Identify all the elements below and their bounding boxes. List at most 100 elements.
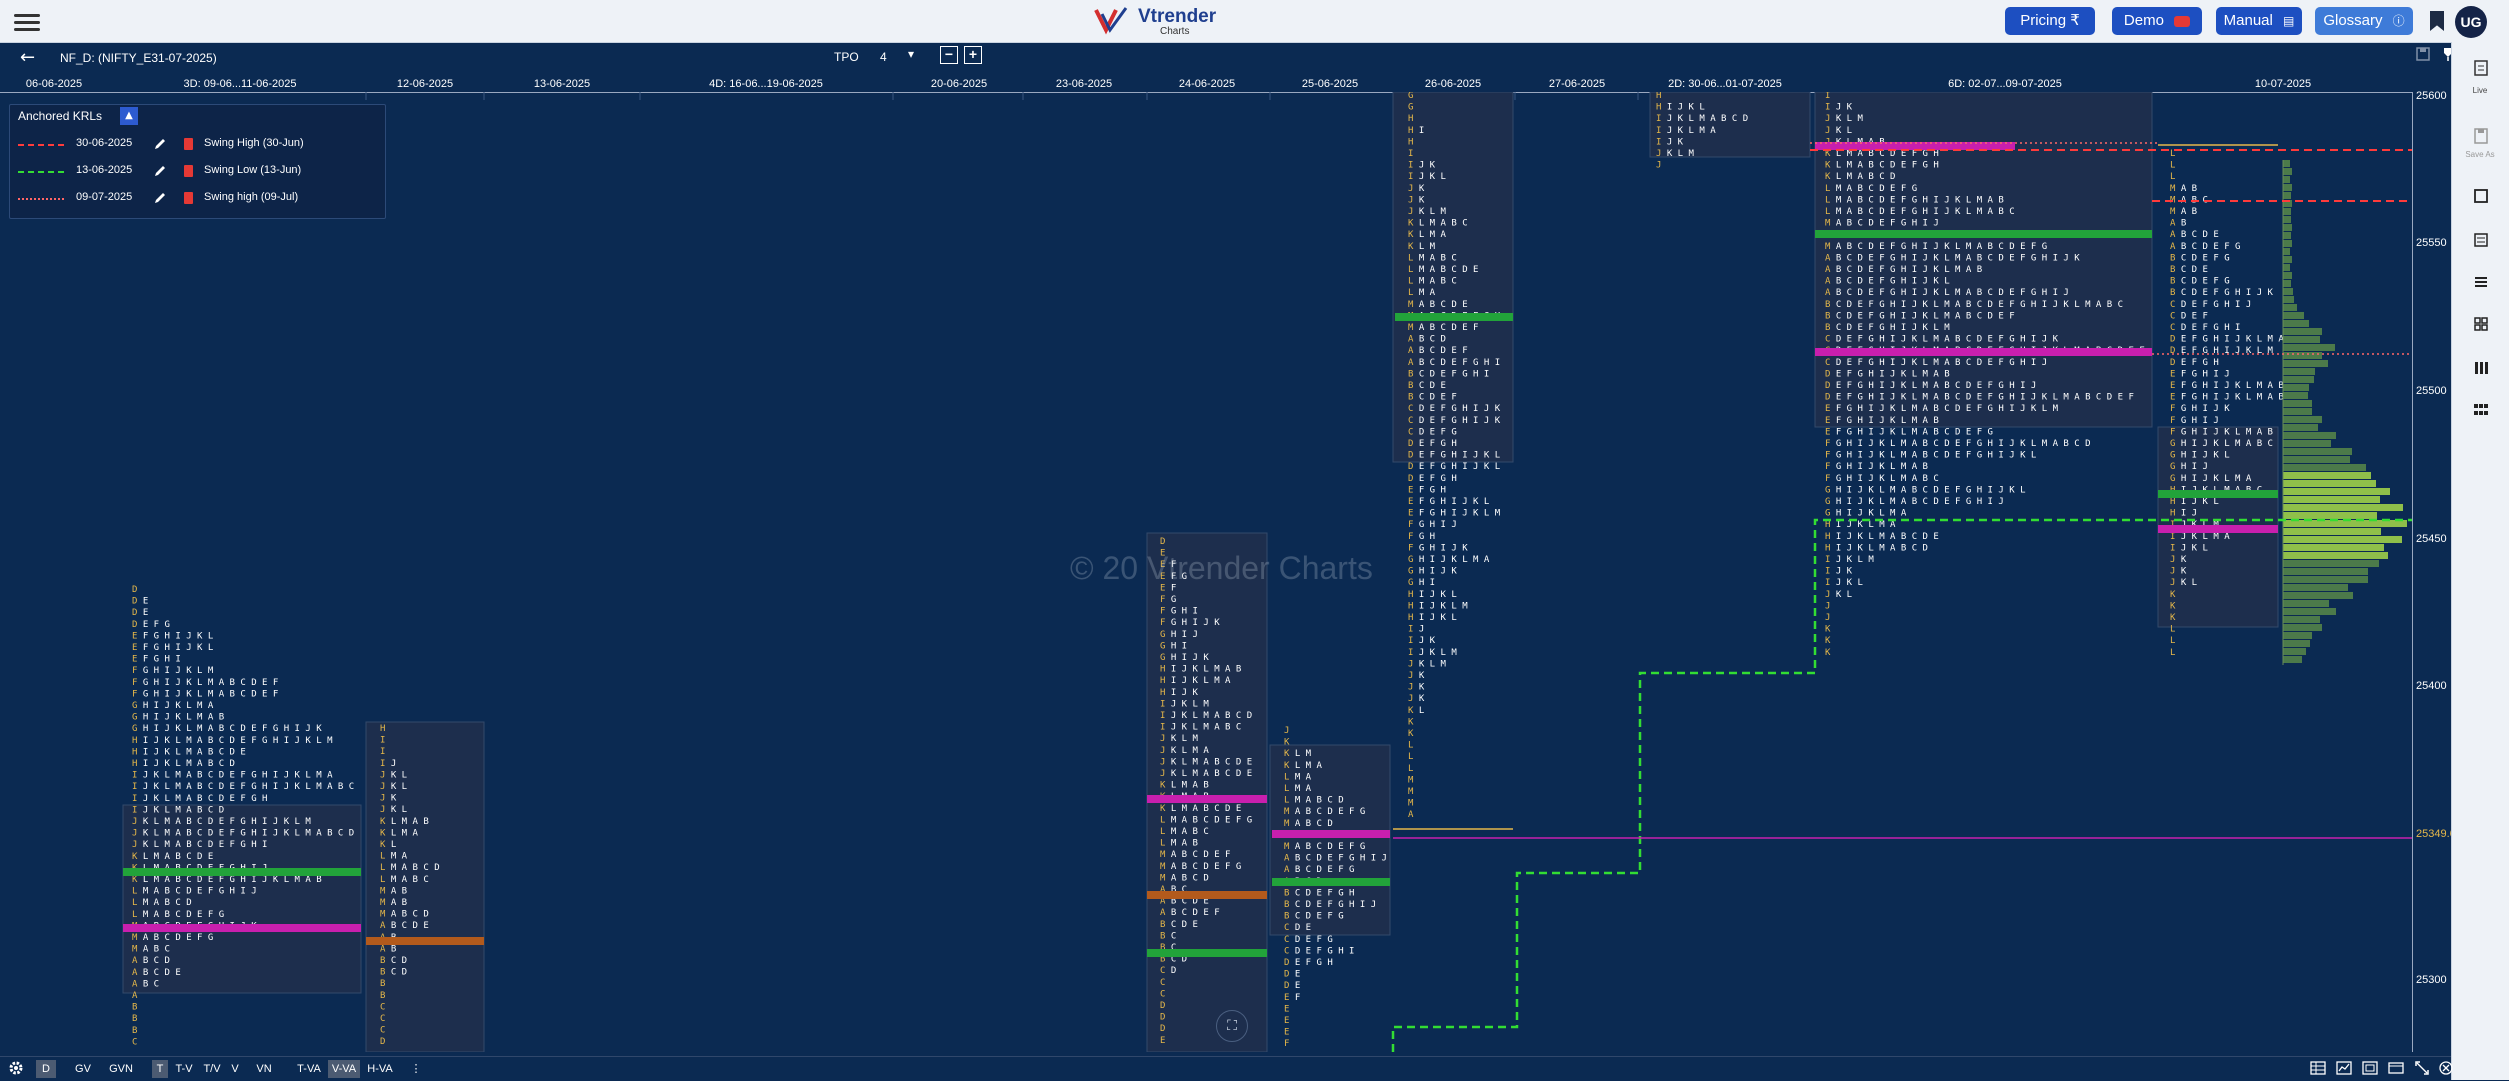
chevron-down-icon[interactable]: ▾ <box>908 47 914 61</box>
close-icon[interactable] <box>2438 1060 2454 1076</box>
tpo-row: B C D E F <box>1408 393 1457 403</box>
pencil-icon[interactable] <box>154 165 166 177</box>
tab-d[interactable]: D <box>36 1060 56 1078</box>
tab-v[interactable]: V <box>228 1060 242 1078</box>
poc-bar <box>1147 891 1267 899</box>
tab-gvn[interactable]: GVN <box>106 1060 136 1078</box>
date-label: 10-07-2025 <box>2254 78 2312 90</box>
tpo-row: L <box>2170 172 2175 182</box>
tpo-row: L M A B C D E <box>1408 265 1478 275</box>
tpo-row: C D E F <box>2170 311 2208 321</box>
tpo-row: J K <box>1408 671 1425 681</box>
tpo-row: I J K L M <box>1408 648 1457 658</box>
tpo-row: A B C D E F G <box>2170 242 2240 252</box>
manual-button[interactable]: Manual ▤ <box>2216 7 2302 35</box>
tpo-row: J K L <box>1825 126 1852 136</box>
gear-icon[interactable] <box>8 1060 24 1076</box>
volume-bar <box>2283 440 2331 447</box>
glossary-label: Glossary <box>2323 12 2383 29</box>
tpo-row: H I J K L M A <box>1825 520 1896 530</box>
pencil-icon[interactable] <box>154 192 166 204</box>
pencil-icon[interactable] <box>154 138 166 150</box>
square-tool-icon[interactable] <box>2472 188 2490 204</box>
tpo-row: C <box>132 1037 137 1047</box>
volume-bar <box>2283 208 2291 215</box>
volume-bar <box>2283 192 2291 199</box>
tpo-row: C D E F G H I J K <box>1408 416 1501 426</box>
more-vertical-icon[interactable]: ⋮ <box>410 1060 422 1078</box>
tpo-row: F G H I J K L M A B C D E F G H I J K L <box>1825 451 2036 461</box>
volume-bar <box>2283 448 2352 455</box>
collapse-icon[interactable]: ▲ <box>120 107 138 125</box>
trash-icon[interactable] <box>184 138 193 150</box>
columns-icon[interactable] <box>2472 360 2490 376</box>
tpo-row: K L M A B C D E F G H I J K L M A B <box>132 875 322 885</box>
volume-bar <box>2283 352 2322 359</box>
table-icon[interactable] <box>2310 1060 2326 1076</box>
tpo-row: J K L M A B C D E F G H I J K L M A B C … <box>132 829 354 839</box>
zoom-out-button[interactable]: − <box>940 46 958 64</box>
tpo-row: L M A B C D <box>132 898 192 908</box>
tpo-row: D E <box>1284 981 1300 991</box>
tab-h-va[interactable]: H-VA <box>364 1060 396 1078</box>
avatar[interactable]: UG <box>2455 6 2487 38</box>
demo-button[interactable]: Demo <box>2112 7 2202 35</box>
tab-t-slash-v[interactable]: T/V <box>200 1060 224 1078</box>
fullscreen-icon[interactable]: ⛶ <box>1216 1010 1248 1042</box>
window-icon[interactable] <box>2388 1060 2404 1076</box>
tiles-icon[interactable] <box>2472 402 2490 418</box>
trash-icon[interactable] <box>184 192 193 204</box>
tpo-row: D E <box>1284 970 1300 980</box>
tpo-row: I J K L M A <box>1656 126 1716 136</box>
tpo-row: J K L M <box>1408 659 1447 669</box>
trash-icon[interactable] <box>184 165 193 177</box>
tpo-row: K <box>2170 613 2176 623</box>
line-chart-icon[interactable] <box>2336 1060 2352 1076</box>
live-icon[interactable] <box>2472 60 2490 76</box>
tpo-row: G H I J K L M A <box>132 701 214 711</box>
tpo-row: B C D E F G H I J <box>1284 900 1376 910</box>
volume-bar <box>2283 376 2314 383</box>
price-label: 25600 <box>2416 90 2447 102</box>
grid-icon[interactable] <box>2472 316 2490 332</box>
tpo-row: K L M A <box>1408 230 1447 240</box>
volume-bar <box>2283 344 2335 351</box>
tpo-row: D <box>132 585 137 595</box>
tab-v-va[interactable]: V-VA <box>328 1060 360 1078</box>
date-label: 2D: 30-06...01-07-2025 <box>1668 78 1782 90</box>
save-icon[interactable] <box>2415 46 2431 62</box>
volume-bar <box>2283 400 2312 407</box>
glossary-button[interactable]: Glossary ⓘ <box>2315 7 2413 35</box>
tpo-row: F G H I J K <box>1160 618 1220 628</box>
layout-icon[interactable] <box>2362 1060 2378 1076</box>
back-arrow-icon[interactable]: ← <box>20 47 35 68</box>
tab-t-va[interactable]: T-VA <box>294 1060 324 1078</box>
tpo-row: M A B C D <box>380 910 429 920</box>
tab-t[interactable]: T <box>152 1060 168 1078</box>
volume-bar <box>2283 488 2390 495</box>
tpo-size-select[interactable]: 4 <box>880 50 887 64</box>
tab-gv[interactable]: GV <box>72 1060 94 1078</box>
tpo-row: E F G H I J K L M <box>1408 509 1501 519</box>
list-icon[interactable] <box>2472 232 2490 248</box>
save-as-icon[interactable] <box>2472 128 2490 144</box>
book-icon: ▤ <box>2283 14 2295 28</box>
expand-icon[interactable] <box>2414 1060 2430 1076</box>
tpo-row: L <box>1408 764 1413 774</box>
tab-t-v[interactable]: T-V <box>172 1060 196 1078</box>
menu-icon[interactable] <box>14 10 40 32</box>
tpo-row: J <box>1825 613 1830 623</box>
tpo-row: J K L M <box>1160 734 1199 744</box>
volume-bar <box>2283 160 2290 167</box>
pricing-button[interactable]: Pricing ₹ <box>2005 7 2095 35</box>
volume-bar <box>2283 472 2371 479</box>
tpo-row: L <box>2170 648 2175 658</box>
lines-icon[interactable] <box>2472 274 2490 290</box>
zoom-in-button[interactable]: + <box>964 46 982 64</box>
price-label: 25550 <box>2416 237 2447 249</box>
tab-vn[interactable]: VN <box>254 1060 274 1078</box>
tpo-row: H I J K <box>1160 688 1199 698</box>
tpo-row: L M A B C D E F G H I J K L M A B C <box>1825 207 2015 217</box>
tpo-row: B C D E F G H <box>1284 888 1354 898</box>
tpo-row: K L M A B C <box>1408 219 1468 229</box>
